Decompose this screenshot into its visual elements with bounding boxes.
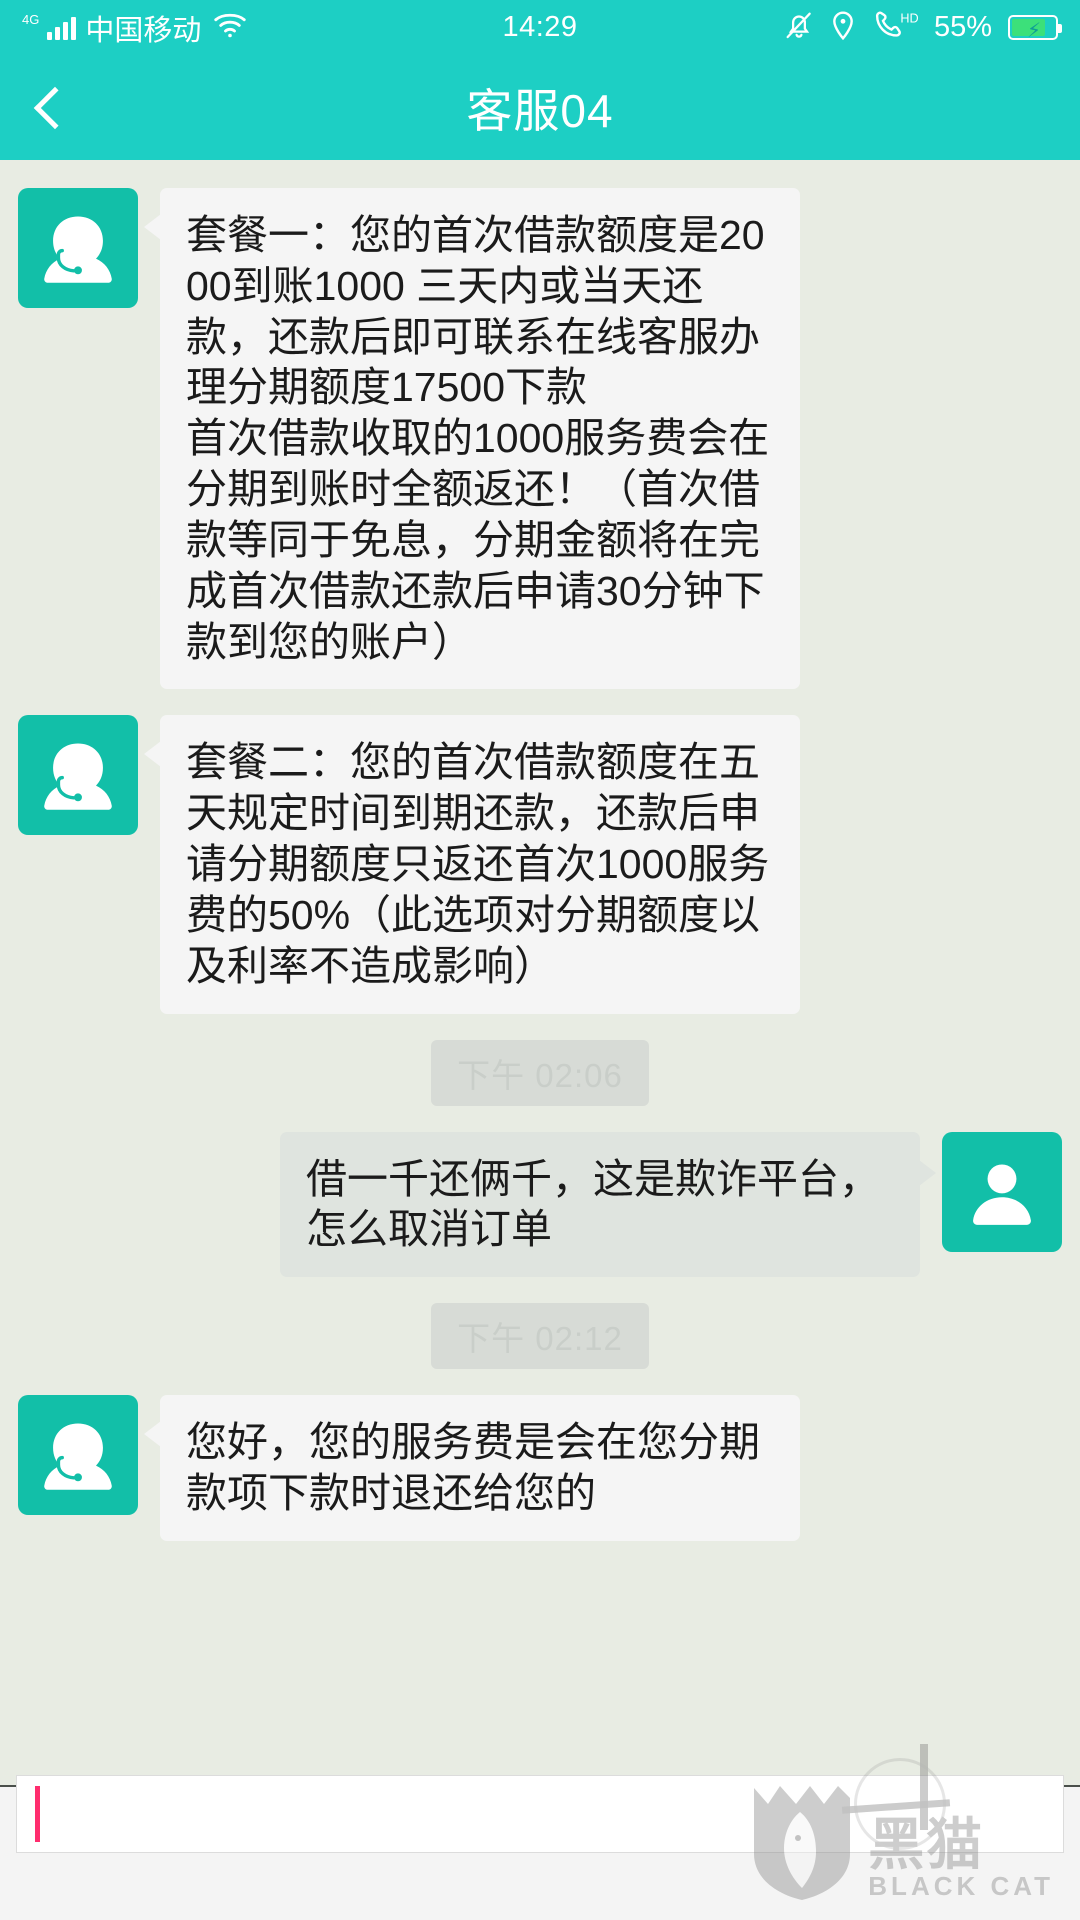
chevron-left-icon: [33, 86, 77, 129]
chat-row-agent: 套餐二：您的首次借款额度在五天规定时间到期还款，还款后申请分期额度只返还首次10…: [0, 715, 1080, 1014]
message-bubble-agent[interactable]: 您好，您的服务费是会在您分期款项下款时退还给您的: [144, 1395, 800, 1541]
chat-row-agent: 套餐一：您的首次借款额度是2000到账1000 三天内或当天还款，还款后即可联系…: [0, 188, 1080, 690]
headset-person-glyph: [44, 743, 112, 811]
network-type-label: 4G: [22, 12, 40, 27]
status-bar-left: 4G 中国移动: [22, 7, 250, 49]
message-timestamp: 下午 02:12: [431, 1303, 649, 1370]
wifi-icon: [210, 10, 250, 45]
message-timestamp: 下午 02:06: [431, 1039, 649, 1106]
agent-headset-avatar[interactable]: [18, 715, 138, 836]
app-header: 客服04: [0, 55, 1080, 160]
battery-percent-label: 55%: [933, 11, 992, 43]
timestamp-row: 下午 02:06: [0, 1039, 1080, 1106]
timestamp-row: 下午 02:12: [0, 1303, 1080, 1370]
svg-text:HD: HD: [900, 11, 918, 25]
carrier-label: 中国移动: [85, 14, 202, 47]
message-input-field[interactable]: [16, 1774, 1064, 1853]
bell-muted-icon: [784, 9, 814, 46]
status-bar-right: HD 55% ⚡: [784, 9, 1062, 46]
back-button[interactable]: [0, 55, 110, 160]
agent-headset-avatar[interactable]: [18, 188, 138, 308]
person-glyph: [973, 1164, 1031, 1225]
status-bar: 4G 中国移动 14:29 HD 55% ⚡: [0, 0, 1080, 55]
message-input-bar: [0, 1774, 1080, 1920]
headset-person-glyph: [44, 1423, 112, 1491]
chat-row-agent: 您好，您的服务费是会在您分期款项下款时退还给您的: [0, 1395, 1080, 1541]
chat-message-list[interactable]: 套餐一：您的首次借款额度是2000到账1000 三天内或当天还款，还款后即可联系…: [0, 160, 1080, 1785]
page-title: 客服04: [466, 84, 614, 137]
user-person-avatar[interactable]: [942, 1131, 1062, 1252]
location-icon: [830, 9, 856, 46]
message-bubble-agent[interactable]: 套餐二：您的首次借款额度在五天规定时间到期还款，还款后申请分期额度只返还首次10…: [144, 715, 800, 1014]
message-bubble-user[interactable]: 借一千还俩千，这是欺诈平台，怎么取消订单: [280, 1131, 936, 1278]
chat-row-user: 借一千还俩千，这是欺诈平台，怎么取消订单: [0, 1131, 1080, 1278]
hd-call-icon: HD: [872, 9, 919, 46]
agent-headset-avatar[interactable]: [18, 1395, 138, 1516]
text-caret: [35, 1785, 40, 1842]
signal-bars-icon: [47, 16, 77, 40]
headset-person-glyph: [44, 216, 112, 283]
clock-label: 14:29: [502, 11, 578, 43]
message-bubble-agent[interactable]: 套餐一：您的首次借款额度是2000到账1000 三天内或当天还款，还款后即可联系…: [144, 188, 800, 690]
battery-charging-icon: ⚡: [1008, 15, 1062, 42]
